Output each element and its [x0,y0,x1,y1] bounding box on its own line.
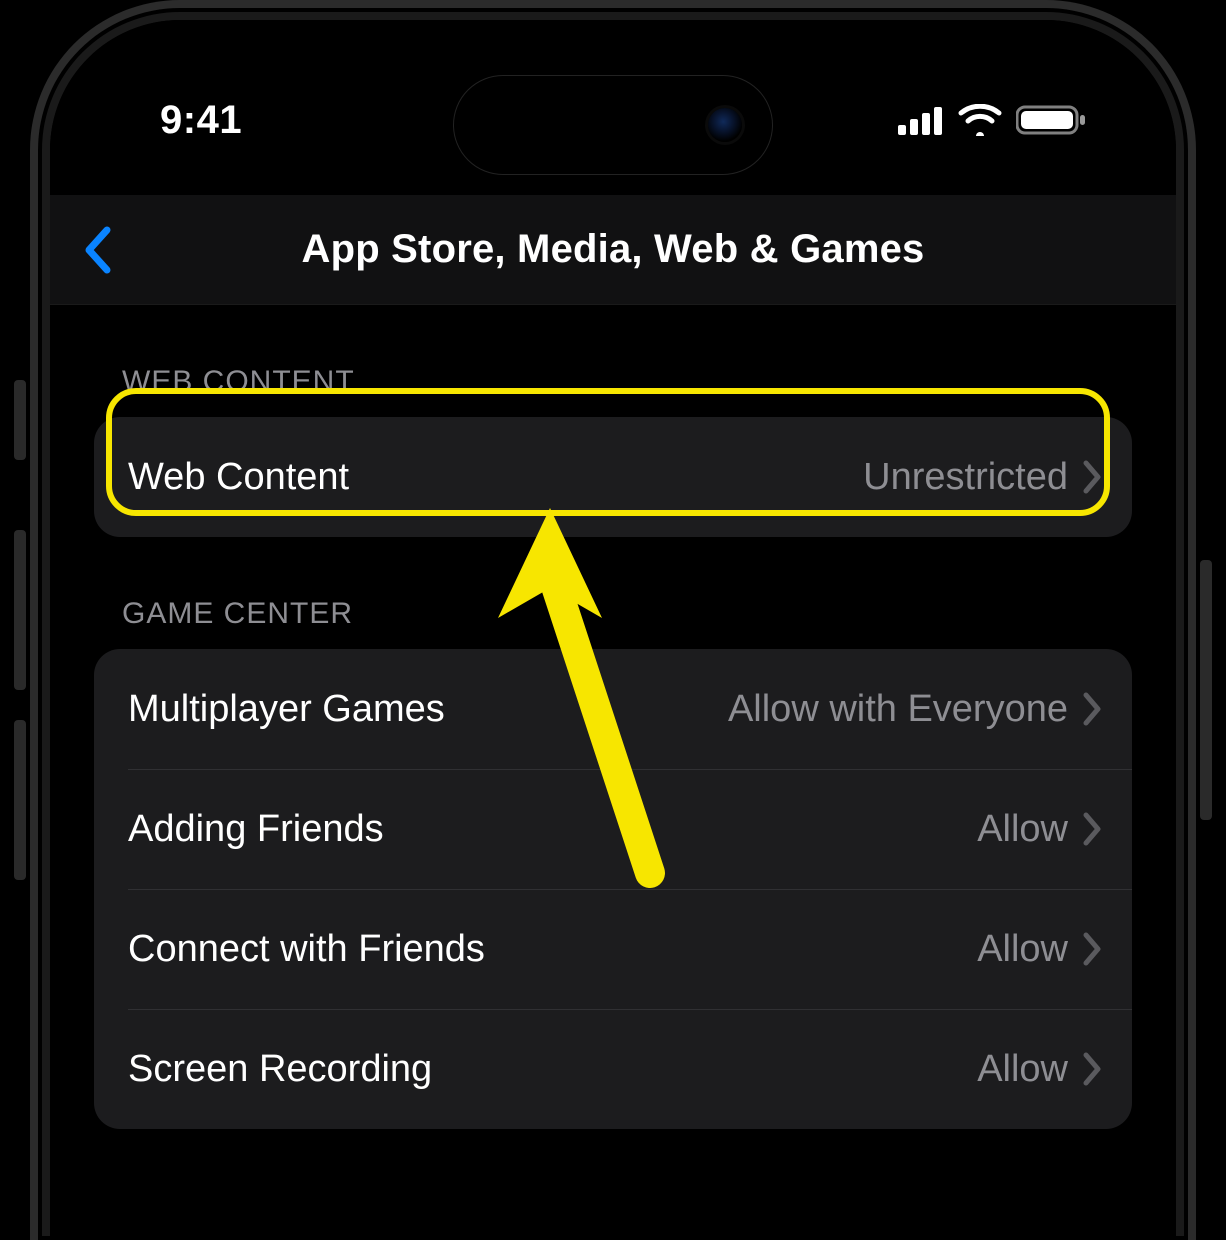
row-value-wrap: Allow [977,808,1102,851]
row-value-connect-with-friends: Allow [977,928,1068,971]
row-value-wrap: Allow [977,928,1102,971]
phone-volume-down [14,720,26,880]
group-game-center: Multiplayer Games Allow with Everyone Ad… [94,649,1132,1129]
row-label-web-content: Web Content [128,456,349,499]
status-time: 9:41 [160,98,242,143]
status-indicators [898,104,1086,136]
row-label-adding-friends: Adding Friends [128,808,384,851]
row-web-content[interactable]: Web Content Unrestricted [94,417,1132,537]
chevron-right-icon [1082,460,1102,494]
section-header-web-content: WEB CONTENT [122,365,1132,399]
row-multiplayer-games[interactable]: Multiplayer Games Allow with Everyone [94,649,1132,769]
dynamic-island [453,75,773,175]
row-value-wrap: Unrestricted [863,456,1102,499]
row-value-wrap: Allow [977,1048,1102,1091]
phone-frame: 9:41 [30,0,1196,1240]
row-value-adding-friends: Allow [977,808,1068,851]
front-camera-icon [708,108,742,142]
row-label-multiplayer-games: Multiplayer Games [128,688,445,731]
row-label-screen-recording: Screen Recording [128,1048,432,1091]
wifi-icon [958,104,1002,136]
cellular-icon [898,105,944,135]
chevron-right-icon [1082,692,1102,726]
row-value-web-content: Unrestricted [863,456,1068,499]
page-title: App Store, Media, Web & Games [50,227,1176,272]
chevron-right-icon [1082,812,1102,846]
section-header-game-center: GAME CENTER [122,597,1132,631]
back-button[interactable] [80,225,116,275]
row-screen-recording[interactable]: Screen Recording Allow [94,1009,1132,1129]
phone-silent-switch [14,380,26,460]
navigation-bar: App Store, Media, Web & Games [50,195,1176,305]
row-value-wrap: Allow with Everyone [728,688,1102,731]
chevron-right-icon [1082,932,1102,966]
row-label-connect-with-friends: Connect with Friends [128,928,485,971]
chevron-right-icon [1082,1052,1102,1086]
row-connect-with-friends[interactable]: Connect with Friends Allow [94,889,1132,1009]
phone-volume-up [14,530,26,690]
phone-side-button [1200,560,1212,820]
chevron-left-icon [80,225,116,275]
row-value-screen-recording: Allow [977,1048,1068,1091]
phone-screen: 9:41 [50,20,1176,1240]
row-adding-friends[interactable]: Adding Friends Allow [94,769,1132,889]
settings-content: WEB CONTENT Web Content Unrestricted GAM… [50,305,1176,1240]
battery-icon [1016,104,1086,136]
group-web-content: Web Content Unrestricted [94,417,1132,537]
row-value-multiplayer-games: Allow with Everyone [728,688,1068,731]
